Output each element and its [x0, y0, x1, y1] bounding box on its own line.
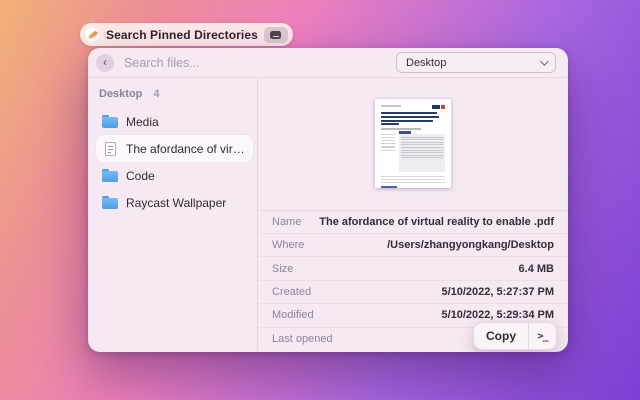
folder-icon	[102, 169, 118, 182]
directory-dropdown-value: Desktop	[406, 57, 540, 69]
terminal-prompt-icon: >_	[537, 331, 547, 342]
list-item-raycast-wallpaper[interactable]: Raycast Wallpaper	[96, 189, 253, 216]
pdf-preview-thumbnail	[375, 99, 451, 188]
search-bar: ‹ Desktop	[88, 48, 568, 78]
command-title: Search Pinned Directories	[106, 28, 258, 42]
journal-logo	[432, 105, 445, 109]
folder-icon	[102, 196, 118, 209]
list-item-label: Code	[126, 169, 155, 183]
meta-value: The afordance of virtual reality to enab…	[319, 216, 554, 228]
hotkey-badge[interactable]	[264, 27, 288, 43]
metadata-row-created: Created 5/10/2022, 5:27:37 PM	[258, 281, 568, 304]
detail-pane: Name The afordance of virtual reality to…	[258, 78, 568, 351]
list-item-media[interactable]: Media	[96, 108, 253, 135]
list-item-code[interactable]: Code	[96, 162, 253, 189]
desktop-background: Search Pinned Directories ‹ Desktop Desk…	[0, 0, 640, 400]
extension-pencil-icon	[85, 27, 100, 42]
search-input[interactable]	[124, 56, 386, 70]
back-button[interactable]: ‹	[96, 54, 114, 72]
copy-button[interactable]: Copy >_	[473, 322, 557, 350]
folder-icon	[102, 115, 118, 128]
list-item-label: Media	[126, 115, 159, 129]
list-item-label: Raycast Wallpaper	[126, 196, 226, 210]
meta-label: Name	[272, 216, 301, 228]
directory-dropdown[interactable]: Desktop	[396, 52, 556, 73]
metadata-row-where: Where /Users/zhangyongkang/Desktop	[258, 234, 568, 257]
section-count: 4	[153, 88, 159, 100]
raycast-window: ‹ Desktop Desktop 4 Media	[88, 48, 568, 352]
keyboard-icon	[270, 31, 281, 39]
meta-label: Created	[272, 286, 311, 298]
file-list: Desktop 4 Media The afordance of virtual…	[88, 78, 258, 351]
meta-value: 6.4 MB	[519, 263, 554, 275]
document-icon	[105, 142, 116, 156]
preview-zone	[258, 78, 568, 210]
shortcut-key-badge: >_	[528, 323, 556, 349]
meta-value: 5/10/2022, 5:27:37 PM	[441, 286, 554, 298]
hotkey-pill[interactable]: Search Pinned Directories	[80, 23, 293, 46]
metadata-row-size: Size 6.4 MB	[258, 257, 568, 280]
list-section-header: Desktop 4	[96, 88, 253, 108]
section-title: Desktop	[99, 88, 142, 100]
meta-value: 5/10/2022, 5:29:34 PM	[441, 309, 554, 321]
copy-button-label: Copy	[474, 323, 528, 349]
chevron-down-icon	[540, 57, 548, 65]
list-item-label: The afordance of virtual reality...	[126, 142, 247, 156]
meta-value: /Users/zhangyongkang/Desktop	[387, 239, 554, 251]
meta-label: Last opened	[272, 333, 333, 345]
back-chevron-icon: ‹	[103, 56, 107, 68]
metadata-row-name: Name The afordance of virtual reality to…	[258, 211, 568, 234]
meta-label: Size	[272, 263, 293, 275]
list-item-pdf-selected[interactable]: The afordance of virtual reality...	[96, 135, 253, 162]
meta-label: Modified	[272, 309, 314, 321]
meta-label: Where	[272, 239, 304, 251]
